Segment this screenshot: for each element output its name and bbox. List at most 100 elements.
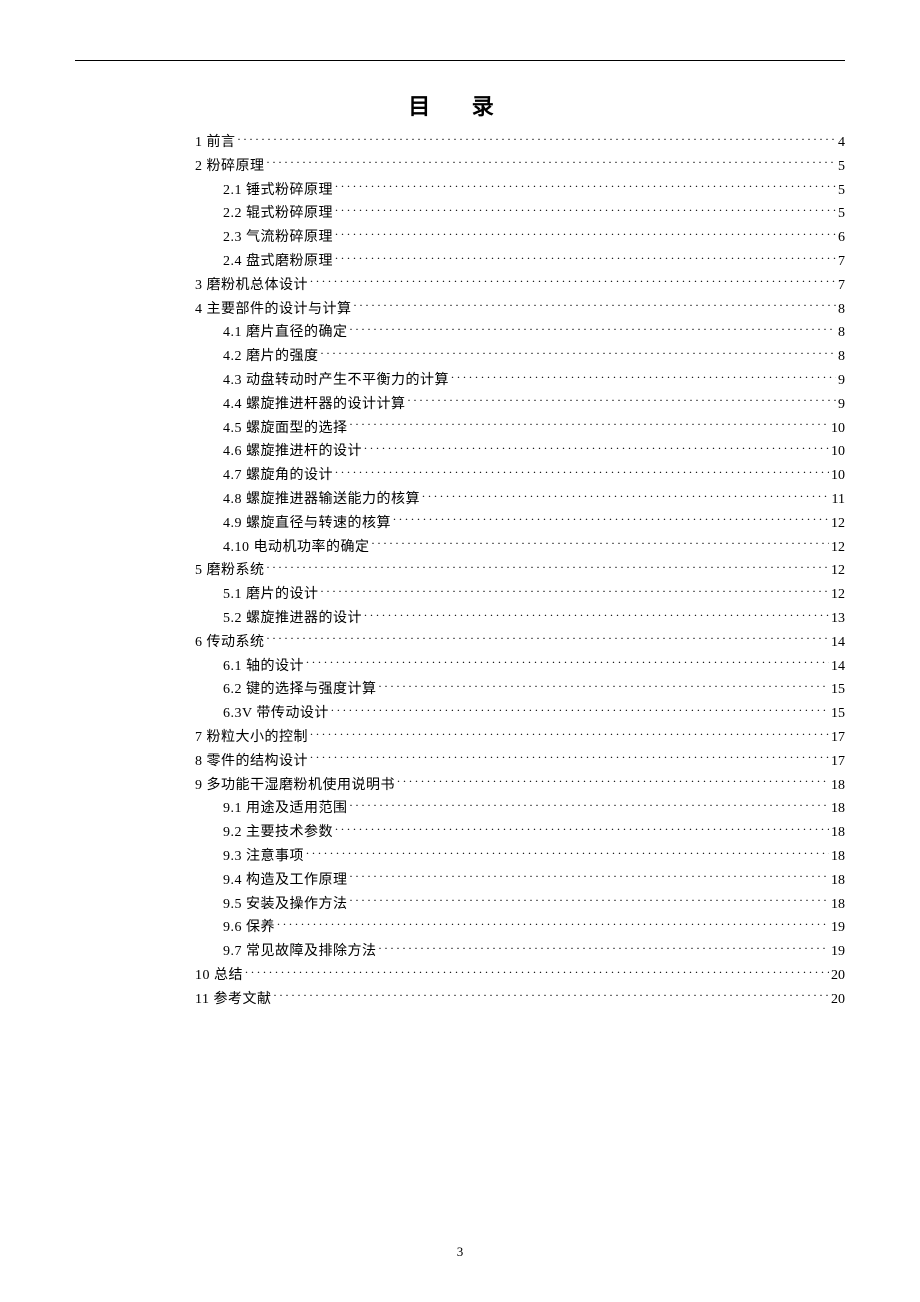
toc-entry-label: 8 零件的结构设计 — [195, 750, 308, 774]
toc-entry-page: 20 — [831, 988, 845, 1012]
toc-entry[interactable]: 4 主要部件的设计与计算 8 — [195, 298, 845, 322]
toc-leader-dots — [245, 965, 829, 979]
toc-entry[interactable]: 9.2 主要技术参数18 — [195, 821, 845, 845]
toc-leader-dots — [335, 180, 836, 194]
toc-leader-dots — [372, 537, 830, 551]
toc-entry[interactable]: 1 前言 4 — [195, 131, 845, 155]
toc-entry[interactable]: 4.6 螺旋推进杆的设计10 — [195, 440, 845, 464]
toc-entry[interactable]: 9.4 构造及工作原理18 — [195, 869, 845, 893]
toc-entry[interactable]: 8 零件的结构设计 17 — [195, 750, 845, 774]
toc-leader-dots — [350, 798, 830, 812]
toc-entry[interactable]: 10 总结20 — [195, 964, 845, 988]
toc-leader-dots — [379, 941, 830, 955]
toc-entry[interactable]: 6 传动系统 14 — [195, 631, 845, 655]
toc-leader-dots — [335, 203, 836, 217]
toc-entry-page: 12 — [831, 583, 845, 607]
toc-entry[interactable]: 4.3 动盘转动时产生不平衡力的计算9 — [195, 369, 845, 393]
toc-entry[interactable]: 2.2 辊式粉碎原理5 — [195, 202, 845, 226]
toc-entry-page: 18 — [831, 821, 845, 845]
toc-entry-label: 9.3 注意事项 — [223, 845, 304, 869]
toc-leader-dots — [350, 894, 830, 908]
toc-entry[interactable]: 6.3V 带传动设计 15 — [195, 702, 845, 726]
toc-leader-dots — [350, 870, 830, 884]
toc-leader-dots — [267, 560, 830, 574]
toc-entry-page: 18 — [831, 797, 845, 821]
toc-entry-page: 8 — [838, 298, 845, 322]
toc-entry-label: 9.1 用途及适用范围 — [223, 797, 348, 821]
toc-entry-label: 6.1 轴的设计 — [223, 655, 304, 679]
toc-entry-label: 9.6 保养 — [223, 916, 275, 940]
toc-entry-label: 7 粉粒大小的控制 — [195, 726, 308, 750]
toc-leader-dots — [273, 989, 829, 1003]
toc-entry[interactable]: 6.1 轴的设计14 — [195, 655, 845, 679]
toc-entry[interactable]: 5 磨粉系统12 — [195, 559, 845, 583]
toc-leader-dots — [277, 917, 829, 931]
page-number: 3 — [0, 1244, 920, 1260]
toc-entry-label: 6.2 键的选择与强度计算 — [223, 678, 377, 702]
toc-entry[interactable]: 9 多功能干湿磨粉机使用说明书18 — [195, 774, 845, 798]
toc-entry[interactable]: 5.1 磨片的设计 12 — [195, 583, 845, 607]
toc-entry-label: 6 传动系统 — [195, 631, 265, 655]
toc-entry[interactable]: 4.1 磨片直径的确定8 — [195, 321, 845, 345]
toc-entry-label: 10 总结 — [195, 964, 243, 988]
toc-entry[interactable]: 4.10 电动机功率的确定12 — [195, 536, 845, 560]
toc-entry[interactable]: 4.8 螺旋推进器输送能力的核算11 — [195, 488, 845, 512]
toc-leader-dots — [310, 751, 829, 765]
toc-entry[interactable]: 9.3 注意事项 18 — [195, 845, 845, 869]
toc-entry[interactable]: 4.4 螺旋推进杆器的设计计算9 — [195, 393, 845, 417]
toc-entry-label: 4.7 螺旋角的设计 — [223, 464, 333, 488]
toc-leader-dots — [335, 822, 829, 836]
toc-leader-dots — [451, 370, 836, 384]
toc-entry-label: 4.9 螺旋直径与转速的核算 — [223, 512, 391, 536]
toc-leader-dots — [408, 394, 837, 408]
toc-entry[interactable]: 11 参考文献 20 — [195, 988, 845, 1012]
toc-entry[interactable]: 4.9 螺旋直径与转速的核算12 — [195, 512, 845, 536]
toc-entry[interactable]: 3 磨粉机总体设计7 — [195, 274, 845, 298]
toc-entry-page: 14 — [831, 631, 845, 655]
toc-entry-page: 15 — [831, 702, 845, 726]
toc-leader-dots — [397, 775, 829, 789]
toc-entry-label: 11 参考文献 — [195, 988, 271, 1012]
toc-entry[interactable]: 9.7 常见故障及排除方法19 — [195, 940, 845, 964]
toc-entry[interactable]: 9.5 安装及操作方法18 — [195, 893, 845, 917]
toc-entry[interactable]: 9.1 用途及适用范围 18 — [195, 797, 845, 821]
toc-leader-dots — [393, 513, 829, 527]
toc-entry-label: 4.8 螺旋推进器输送能力的核算 — [223, 488, 420, 512]
toc-entry[interactable]: 6.2 键的选择与强度计算15 — [195, 678, 845, 702]
toc-entry[interactable]: 2.1 锤式粉碎原理5 — [195, 179, 845, 203]
toc-leader-dots — [364, 441, 829, 455]
toc-entry[interactable]: 4.5 螺旋面型的选择10 — [195, 417, 845, 441]
toc-entry[interactable]: 4.2 磨片的强度8 — [195, 345, 845, 369]
toc-leader-dots — [364, 608, 829, 622]
toc-list: 1 前言 42 粉碎原理52.1 锤式粉碎原理52.2 辊式粉碎原理52.3 气流… — [75, 131, 845, 1011]
toc-entry-page: 5 — [838, 155, 845, 179]
toc-entry-label: 4 主要部件的设计与计算 — [195, 298, 352, 322]
toc-entry-page: 10 — [831, 440, 845, 464]
toc-entry-label: 5.1 磨片的设计 — [223, 583, 319, 607]
toc-entry[interactable]: 7 粉粒大小的控制17 — [195, 726, 845, 750]
toc-entry-page: 18 — [831, 845, 845, 869]
toc-entry-label: 3 磨粉机总体设计 — [195, 274, 308, 298]
toc-entry-label: 1 前言 — [195, 131, 236, 155]
toc-entry-label: 9.4 构造及工作原理 — [223, 869, 348, 893]
toc-entry-label: 6.3V 带传动设计 — [223, 702, 329, 726]
toc-entry[interactable]: 5.2 螺旋推进器的设计13 — [195, 607, 845, 631]
toc-entry-label: 4.10 电动机功率的确定 — [223, 536, 370, 560]
toc-entry-page: 5 — [838, 202, 845, 226]
toc-entry[interactable]: 2.3 气流粉碎原理6 — [195, 226, 845, 250]
toc-leader-dots — [306, 846, 829, 860]
toc-entry[interactable]: 4.7 螺旋角的设计10 — [195, 464, 845, 488]
toc-leader-dots — [321, 584, 830, 598]
toc-entry[interactable]: 2 粉碎原理5 — [195, 155, 845, 179]
toc-entry-page: 8 — [838, 321, 845, 345]
toc-leader-dots — [267, 632, 830, 646]
toc-entry-page: 17 — [831, 750, 845, 774]
toc-entry-page: 19 — [831, 916, 845, 940]
toc-entry-label: 2.4 盘式磨粉原理 — [223, 250, 333, 274]
toc-entry-page: 4 — [838, 131, 845, 155]
toc-entry-label: 9 多功能干湿磨粉机使用说明书 — [195, 774, 395, 798]
toc-entry[interactable]: 2.4 盘式磨粉原理7 — [195, 250, 845, 274]
toc-entry-page: 19 — [831, 940, 845, 964]
toc-entry[interactable]: 9.6 保养 19 — [195, 916, 845, 940]
toc-leader-dots — [350, 418, 830, 432]
